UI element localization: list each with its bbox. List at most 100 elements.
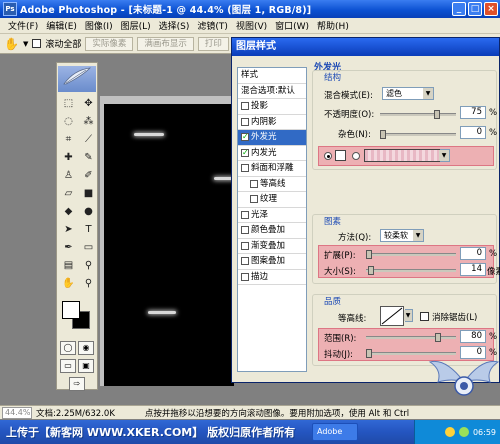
style-list-item[interactable]: 光泽 [238,208,306,223]
eraser-tool-icon[interactable]: ▱ [60,186,77,202]
standard-screen-mode-icon[interactable]: ▭ [60,359,76,373]
gradient-dropdown[interactable]: ▼ [439,149,450,162]
opacity-slider[interactable] [380,110,456,119]
style-checkbox[interactable] [241,241,249,250]
tray-icon[interactable] [444,427,455,437]
style-list-item[interactable]: 斜面和浮雕 [238,161,306,177]
style-list-item[interactable]: 内发光 [238,146,306,161]
menu-select[interactable]: 选择(S) [155,19,194,32]
blur-tool-icon[interactable]: ◆ [60,204,77,220]
healing-brush-tool-icon[interactable]: ✚ [60,150,77,166]
menu-edit[interactable]: 编辑(E) [42,19,81,32]
tool-preset-chevron-down-icon[interactable]: ▼ [23,40,28,48]
range-slider[interactable] [366,333,456,342]
menu-image[interactable]: 图像(I) [81,19,117,32]
gradient-radio[interactable] [352,152,360,160]
style-list-item[interactable]: 颜色叠加 [238,223,306,239]
dodge-tool-icon[interactable]: ● [80,204,97,220]
size-slider-thumb[interactable] [367,266,374,275]
style-list-item[interactable]: 投影 [238,99,306,115]
slice-tool-icon[interactable]: ⟋ [80,132,97,148]
clone-stamp-tool-icon[interactable]: ♙ [60,168,77,184]
style-checkbox[interactable] [250,179,258,188]
spread-input[interactable]: 0 [460,247,486,260]
noise-slider[interactable] [380,130,456,139]
style-list-item[interactable]: 混合选项:默认 [238,84,306,99]
style-checkbox[interactable] [241,130,249,144]
style-checkbox[interactable] [241,257,249,266]
imageready-jump-icon[interactable]: ⇨ [69,377,85,391]
glow-gradient-picker[interactable] [364,149,440,162]
brush-tool-icon[interactable]: ✎ [80,150,97,166]
style-checkbox[interactable] [241,117,249,126]
actual-pixels-button[interactable]: 实际像素 [85,36,134,51]
zoom-level-field[interactable]: 44.4% [2,406,32,419]
blend-mode-select[interactable]: 滤色 ▼ [382,87,434,100]
marquee-tool-icon[interactable]: ⬚ [60,96,77,112]
style-list-item[interactable]: 渐变叠加 [238,239,306,254]
contour-picker[interactable] [380,306,404,326]
menu-view[interactable]: 视图(V) [232,19,271,32]
crop-tool-icon[interactable]: ⌗ [60,132,77,148]
menu-filter[interactable]: 滤镜(T) [193,19,232,32]
zoom-tool-icon[interactable]: ⚲ [80,276,97,292]
magic-wand-tool-icon[interactable]: ⁂ [80,114,97,130]
noise-input[interactable]: 0 [460,126,486,139]
style-list-item[interactable]: 样式 [238,68,306,84]
style-list-item[interactable]: 外发光 [238,130,306,146]
style-list-item[interactable]: 描边 [238,270,306,285]
style-checkbox[interactable] [241,146,249,160]
style-list-item[interactable]: 内阴影 [238,115,306,130]
notes-tool-icon[interactable]: ▤ [60,258,77,274]
anti-alias-checkbox[interactable] [420,312,429,321]
standard-mode-icon[interactable]: ◯ [60,341,76,355]
lasso-tool-icon[interactable]: ◌ [60,114,77,130]
quick-mask-mode-icon[interactable]: ◉ [78,341,94,355]
menu-file[interactable]: 文件(F) [4,19,42,32]
eyedropper-tool-icon[interactable]: ⚲ [80,258,97,274]
style-checkbox[interactable] [241,210,249,219]
minimize-button[interactable]: _ [452,2,466,16]
solid-color-radio[interactable] [324,152,332,160]
print-size-button[interactable]: 打印 [197,36,229,51]
image-canvas[interactable] [104,104,234,386]
menu-help[interactable]: 帮助(H) [313,19,353,32]
fit-screen-button[interactable]: 满画布显示 [137,36,194,51]
glow-color-swatch[interactable] [335,150,346,161]
style-checkbox[interactable] [241,102,249,111]
hand-tool-icon[interactable]: ✋ [4,37,19,51]
move-tool-icon[interactable]: ✥ [80,96,97,112]
noise-slider-thumb[interactable] [380,130,386,139]
opacity-input[interactable]: 75 [460,106,486,119]
size-slider[interactable] [366,266,456,275]
hand-tool-button-icon[interactable]: ✋ [60,276,77,292]
opacity-slider-thumb[interactable] [434,110,440,119]
shape-tool-icon[interactable]: ▭ [80,240,97,256]
style-list-item[interactable]: 纹理 [238,192,306,208]
style-checkbox[interactable] [250,195,258,204]
path-selection-tool-icon[interactable]: ➤ [60,222,77,238]
menu-layer[interactable]: 图层(L) [117,19,155,32]
size-input[interactable]: 14 [460,263,486,276]
style-checkbox[interactable] [241,226,249,235]
spread-slider-thumb[interactable] [366,250,372,259]
style-list-item[interactable]: 图案叠加 [238,254,306,270]
range-input[interactable]: 80 [460,330,486,343]
jitter-slider-thumb[interactable] [366,349,372,358]
gradient-tool-icon[interactable]: ■ [80,186,97,202]
menu-window[interactable]: 窗口(W) [271,19,313,32]
spread-slider[interactable] [366,250,456,259]
technique-select[interactable]: 较柔软 ▼ [380,229,424,242]
style-list-item[interactable]: 等高线 [238,177,306,192]
contour-dropdown[interactable]: ▼ [404,309,413,322]
taskbar-photoshop-button[interactable]: Adobe [312,423,358,441]
pen-tool-icon[interactable]: ✒ [60,240,77,256]
style-checkbox[interactable] [241,272,249,281]
tray-icon[interactable] [458,427,469,437]
close-button[interactable]: × [484,2,498,16]
type-tool-icon[interactable]: T [80,222,97,238]
scroll-all-checkbox[interactable] [32,39,42,48]
full-screen-mode-icon[interactable]: ▣ [78,359,94,373]
style-checkbox[interactable] [241,164,249,173]
maximize-button[interactable]: □ [468,2,482,16]
